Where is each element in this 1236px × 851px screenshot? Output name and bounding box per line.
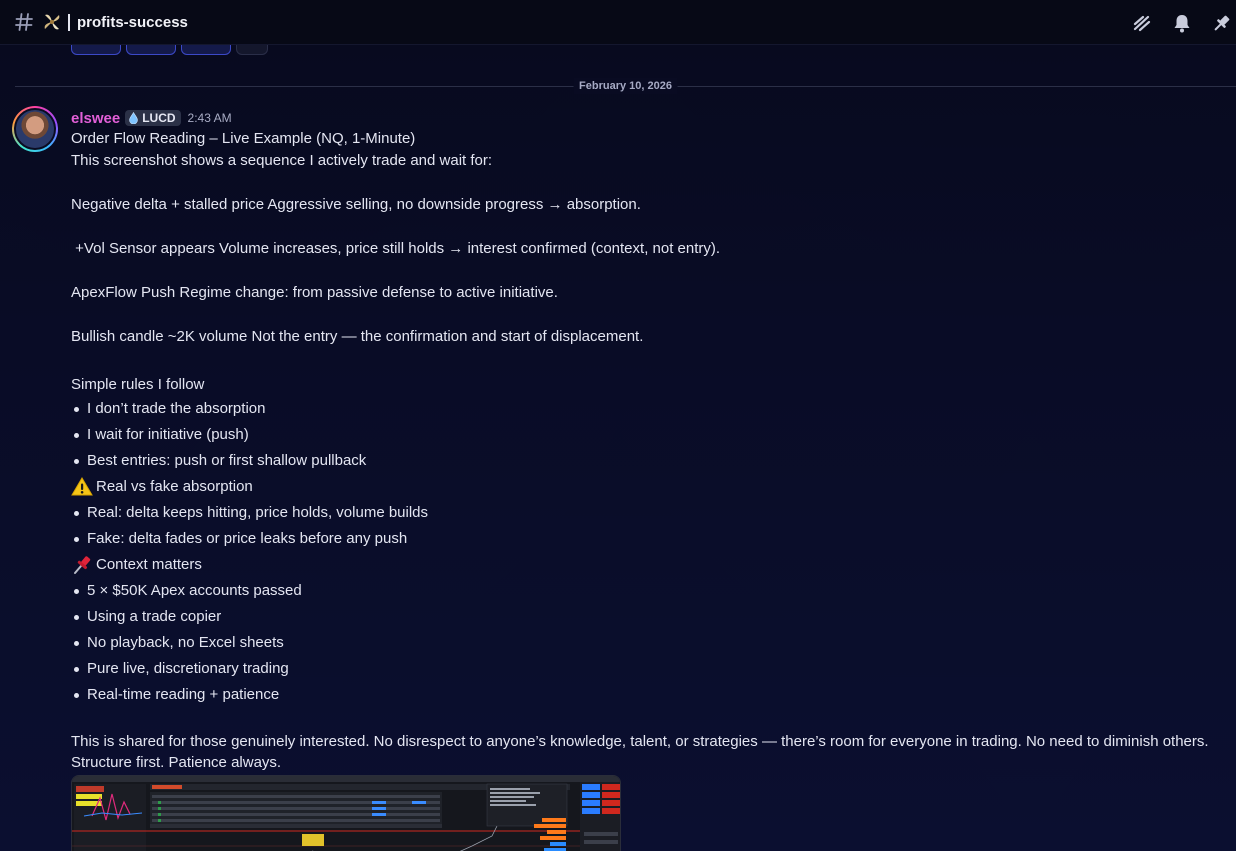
absorption-heading: Real vs fake absorption bbox=[71, 474, 1231, 500]
rules-list: I don’t trade the absorption I wait for … bbox=[71, 396, 1231, 474]
date-divider: February 10, 2026 bbox=[15, 78, 1236, 94]
message-header: elswee LUCD 2:43 AM bbox=[71, 108, 232, 128]
absorption-list: Real: delta keeps hitting, price holds, … bbox=[71, 500, 1231, 552]
message-line: Order Flow Reading – Live Example (NQ, 1… bbox=[71, 130, 416, 147]
message-line: This screenshot shows a sequence I activ… bbox=[71, 152, 493, 169]
list-item: I don’t trade the absorption bbox=[71, 396, 1231, 422]
absorption-heading-text: Real vs fake absorption bbox=[96, 478, 253, 495]
pushpin-icon bbox=[71, 554, 93, 576]
list-item: Real: delta keeps hitting, price holds, … bbox=[71, 500, 1231, 526]
message-line: Structure first. Patience always. bbox=[71, 754, 282, 771]
role-tag-label: LUCD bbox=[142, 111, 176, 125]
image-attachment[interactable] bbox=[71, 775, 621, 851]
message-line: This is shared for those genuinely inter… bbox=[71, 733, 1209, 750]
hash-icon bbox=[13, 11, 35, 33]
bell-icon[interactable] bbox=[1171, 12, 1192, 33]
message-line: +Vol Sensor appears Volume increases, pr… bbox=[71, 240, 721, 257]
context-list: 5 × $50K Apex accounts passed Using a tr… bbox=[71, 578, 1231, 708]
list-item: Fake: delta fades or price leaks before … bbox=[71, 526, 1231, 552]
role-tag[interactable]: LUCD bbox=[125, 110, 181, 126]
message-line: Bullish candle ~2K volume Not the entry … bbox=[71, 328, 644, 345]
pinwheel-emoji-icon bbox=[41, 11, 63, 33]
list-item: Using a trade copier bbox=[71, 604, 1231, 630]
message-line: Negative delta + stalled price Aggressiv… bbox=[71, 196, 641, 213]
header-actions bbox=[1131, 0, 1232, 45]
timestamp[interactable]: 2:43 AM bbox=[188, 111, 232, 125]
list-item: 5 × $50K Apex accounts passed bbox=[71, 578, 1231, 604]
threads-icon[interactable] bbox=[1131, 12, 1152, 33]
header-divider bbox=[68, 13, 70, 31]
list-item: Pure live, discretionary trading bbox=[71, 656, 1231, 682]
channel-name[interactable]: profits-success bbox=[77, 14, 188, 31]
trading-platform-screenshot bbox=[72, 776, 620, 851]
avatar[interactable] bbox=[12, 106, 58, 152]
rules-heading: Simple rules I follow bbox=[71, 376, 205, 393]
list-item: Best entries: push or first shallow pull… bbox=[71, 448, 1231, 474]
context-heading-text: Context matters bbox=[96, 556, 202, 573]
droplet-icon bbox=[128, 112, 139, 124]
date-label: February 10, 2026 bbox=[573, 78, 678, 94]
avatar-image bbox=[14, 108, 56, 150]
channel-header: profits-success bbox=[0, 0, 1236, 45]
list-item: Real-time reading + patience bbox=[71, 682, 1231, 708]
username[interactable]: elswee bbox=[71, 110, 120, 127]
message-line: ApexFlow Push Regime change: from passiv… bbox=[71, 284, 558, 301]
context-heading: Context matters bbox=[71, 552, 1231, 578]
pin-icon[interactable] bbox=[1211, 12, 1232, 33]
list-item: I wait for initiative (push) bbox=[71, 422, 1231, 448]
list-item: No playback, no Excel sheets bbox=[71, 630, 1231, 656]
message-content: Order Flow Reading – Live Example (NQ, 1… bbox=[71, 128, 1231, 774]
warning-icon bbox=[71, 476, 93, 498]
